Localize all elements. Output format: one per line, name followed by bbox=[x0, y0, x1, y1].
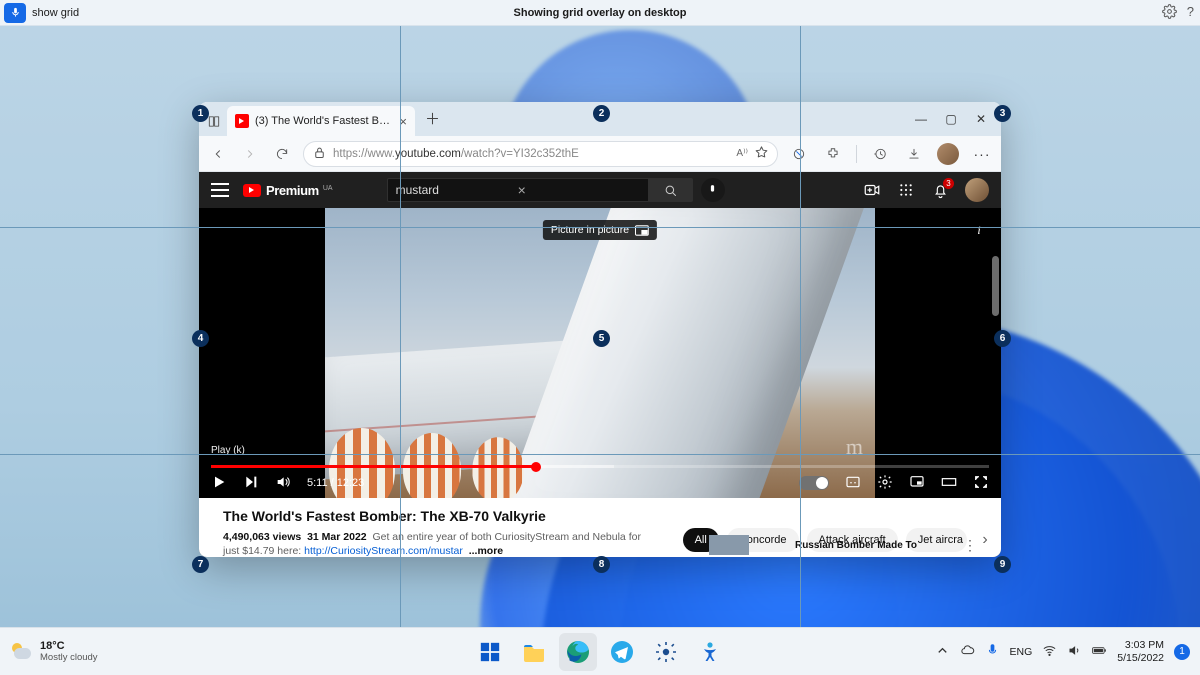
video-time: 5:11 / 12:23 bbox=[307, 477, 364, 489]
browser-menu-button[interactable]: ··· bbox=[971, 143, 993, 165]
youtube-create-icon[interactable] bbox=[863, 181, 881, 199]
volume-button[interactable] bbox=[275, 474, 291, 493]
nav-forward-button[interactable] bbox=[239, 143, 261, 165]
grid-cell-3[interactable]: 3 bbox=[994, 105, 1011, 122]
grid-cell-5[interactable]: 5 bbox=[593, 330, 610, 347]
sponsor-link[interactable]: http://CuriosityStream.com/mustar bbox=[304, 545, 463, 557]
window-close-button[interactable]: ✕ bbox=[975, 112, 987, 126]
tray-language[interactable]: ENG bbox=[1010, 646, 1033, 658]
tray-wifi-icon[interactable] bbox=[1042, 643, 1057, 661]
new-tab-button[interactable]: ＋ bbox=[425, 108, 440, 129]
favorites-star-icon[interactable] bbox=[754, 145, 769, 163]
weather-icon bbox=[10, 641, 32, 663]
youtube-apps-icon[interactable] bbox=[897, 181, 915, 199]
search-clear-icon[interactable]: × bbox=[518, 182, 640, 198]
youtube-logo[interactable]: Premium UA bbox=[243, 183, 333, 198]
tray-battery-icon[interactable] bbox=[1092, 643, 1107, 661]
explorer-icon[interactable] bbox=[515, 633, 553, 671]
url-text: https://www.youtube.com/watch?v=YI32c352… bbox=[333, 148, 730, 160]
taskbar-weather[interactable]: 18°CMostly cloudy bbox=[0, 640, 98, 663]
tray-clock[interactable]: 3:03 PM5/15/2022 bbox=[1117, 639, 1164, 663]
autoplay-toggle[interactable] bbox=[799, 476, 829, 490]
grid-cell-9[interactable]: 9 bbox=[994, 556, 1011, 573]
tray-chevron-icon[interactable] bbox=[935, 643, 950, 661]
grid-cell-4[interactable]: 4 bbox=[192, 330, 209, 347]
taskbar: 18°CMostly cloudy ENG 3:03 PM5/15/2022 1 bbox=[0, 627, 1200, 675]
edge-icon[interactable] bbox=[559, 633, 597, 671]
youtube-favicon-icon bbox=[235, 114, 249, 128]
play-button[interactable] bbox=[211, 474, 227, 493]
settings-button[interactable] bbox=[877, 474, 893, 493]
tab-close-icon[interactable]: × bbox=[399, 115, 407, 128]
youtube-search-button[interactable] bbox=[649, 178, 693, 202]
tab-actions-icon[interactable] bbox=[207, 114, 221, 128]
voice-help-icon[interactable]: ? bbox=[1187, 4, 1194, 22]
video-meta: 4,490,063 views 31 Mar 2022 Get an entir… bbox=[223, 530, 653, 557]
related-video-title[interactable]: Russian Bomber Made To bbox=[795, 540, 917, 551]
tray-mic-icon[interactable] bbox=[985, 643, 1000, 661]
grid-cell-7[interactable]: 7 bbox=[192, 556, 209, 573]
desktop: show grid Showing grid overlay on deskto… bbox=[0, 0, 1200, 675]
theater-button[interactable] bbox=[941, 474, 957, 493]
tray-onedrive-icon[interactable] bbox=[960, 643, 975, 661]
youtube-page: Premium UA mustard × 3 bbox=[199, 172, 1001, 557]
youtube-logo-icon bbox=[243, 184, 261, 197]
voice-settings-icon[interactable] bbox=[1162, 4, 1177, 22]
related-thumbnail[interactable] bbox=[709, 535, 749, 555]
video-title: The World's Fastest Bomber: The XB-70 Va… bbox=[223, 508, 977, 524]
youtube-avatar[interactable] bbox=[965, 178, 989, 202]
miniplayer-button[interactable] bbox=[909, 474, 925, 493]
youtube-notifications-icon[interactable]: 3 bbox=[931, 181, 949, 199]
profile-avatar[interactable] bbox=[937, 143, 959, 165]
youtube-menu-button[interactable] bbox=[211, 183, 229, 197]
video-controls: 5:11 / 12:23 bbox=[199, 468, 1001, 498]
video-info-icon[interactable]: i bbox=[967, 218, 991, 242]
related-menu-icon[interactable]: ⋮ bbox=[963, 537, 977, 554]
grid-cell-8[interactable]: 8 bbox=[593, 556, 610, 573]
browser-tab[interactable]: (3) The World's Fastest Bomber: × bbox=[227, 106, 415, 136]
grid-cell-2[interactable]: 2 bbox=[593, 105, 610, 122]
video-frame: m bbox=[325, 208, 875, 498]
address-bar[interactable]: https://www.youtube.com/watch?v=YI32c352… bbox=[303, 141, 778, 167]
chips-next-icon[interactable]: › bbox=[975, 531, 995, 549]
window-minimize-button[interactable]: — bbox=[915, 112, 927, 126]
accessibility-icon[interactable] bbox=[691, 633, 729, 671]
settings-app-icon[interactable] bbox=[647, 633, 685, 671]
nav-refresh-button[interactable] bbox=[271, 143, 293, 165]
downloads-icon[interactable] bbox=[903, 143, 925, 165]
page-scrollbar[interactable] bbox=[992, 256, 999, 316]
grid-cell-6[interactable]: 6 bbox=[994, 330, 1011, 347]
more-button[interactable]: ...more bbox=[469, 545, 503, 557]
youtube-search-input[interactable]: mustard × bbox=[387, 178, 649, 202]
video-info-section: The World's Fastest Bomber: The XB-70 Va… bbox=[199, 498, 1001, 557]
captions-button[interactable] bbox=[845, 474, 861, 493]
fullscreen-button[interactable] bbox=[973, 474, 989, 493]
next-button[interactable] bbox=[243, 474, 259, 493]
window-maximize-button[interactable]: ▢ bbox=[945, 112, 957, 126]
nav-back-button[interactable] bbox=[207, 143, 229, 165]
read-aloud-icon[interactable]: A⁾⁾ bbox=[736, 148, 748, 159]
voice-access-bar: show grid Showing grid overlay on deskto… bbox=[0, 0, 1200, 26]
video-player[interactable]: m Picture in picture i Play (k) 5:11 bbox=[199, 208, 1001, 498]
browser-toolbar: https://www.youtube.com/watch?v=YI32c352… bbox=[199, 136, 1001, 172]
extensions-icon[interactable] bbox=[822, 143, 844, 165]
youtube-voice-search-button[interactable] bbox=[701, 178, 725, 202]
channel-watermark[interactable]: m bbox=[846, 434, 863, 460]
start-button[interactable] bbox=[471, 633, 509, 671]
play-tooltip: Play (k) bbox=[205, 443, 251, 458]
site-lock-icon[interactable] bbox=[312, 145, 327, 163]
tray-volume-icon[interactable] bbox=[1067, 643, 1082, 661]
history-icon[interactable] bbox=[869, 143, 891, 165]
grid-cell-1[interactable]: 1 bbox=[192, 105, 209, 122]
telegram-icon[interactable] bbox=[603, 633, 641, 671]
voice-status-text: Showing grid overlay on desktop bbox=[0, 7, 1200, 19]
pip-tooltip: Picture in picture bbox=[543, 220, 657, 240]
adblock-icon[interactable] bbox=[788, 143, 810, 165]
youtube-header: Premium UA mustard × 3 bbox=[199, 172, 1001, 208]
tray-notifications[interactable]: 1 bbox=[1174, 644, 1190, 660]
tab-title: (3) The World's Fastest Bomber: bbox=[255, 115, 393, 127]
